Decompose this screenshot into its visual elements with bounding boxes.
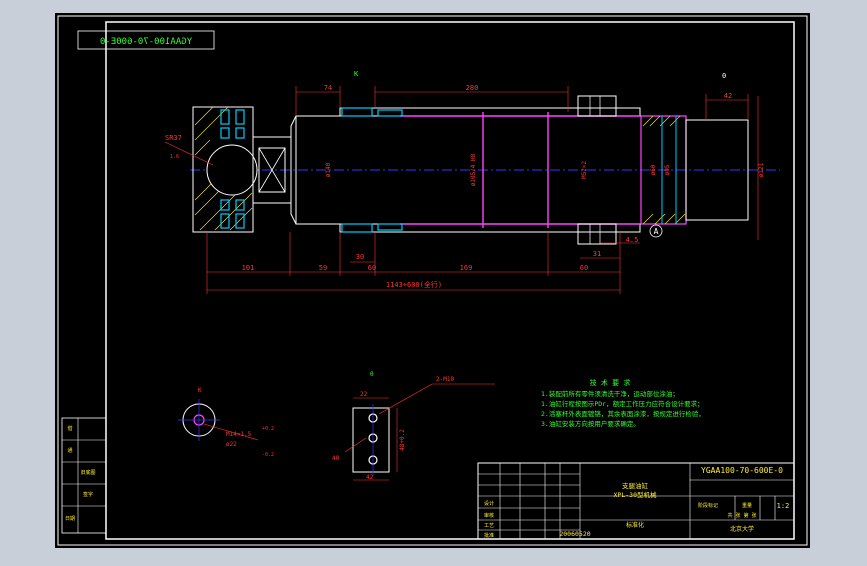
dim-280: 280 (466, 84, 479, 92)
dim-101: 101 (242, 264, 255, 272)
title-code: YGAA100-70-600E-0 (701, 466, 783, 475)
notes-title: 技 术 要 求 (590, 378, 631, 387)
notes-line-4: 3.油缸安装方向按用户要求确定。 (541, 419, 640, 428)
dim-phi60: ø60 (650, 164, 657, 175)
dim-4-5: 4.5 (626, 236, 639, 244)
notes-line-1: 1.装配前所有零件须清洗干净，运动部位涂油； (541, 389, 679, 398)
hole-tol-2: -0.2 (262, 452, 274, 458)
title-design: 设计 (484, 500, 494, 507)
dim-22: 22 (360, 391, 368, 398)
title-company: 北京大学 (730, 525, 754, 533)
dim-phi95: ø95 (664, 164, 671, 175)
dim-phi105: ø105/4 H8 (470, 153, 477, 186)
dim-59: 59 (319, 264, 327, 272)
dim-phi120: ø121 (758, 162, 765, 177)
mirrored-code: YGAA100-70-600E-0 (100, 37, 192, 47)
side-row-2: 通 (67, 447, 72, 454)
dim-169: 169 (460, 264, 473, 272)
title-batch: 批准 (484, 532, 494, 539)
dim-42-bottom: 42 (366, 474, 374, 481)
title-name-1: 支腿油缸 (622, 481, 649, 490)
view-label-o: 0 (370, 371, 374, 378)
title-process: 工艺 (484, 523, 494, 529)
side-row-3: 旧底图 (80, 469, 95, 476)
side-row-4: 签字 (83, 491, 93, 498)
dim-42-right: 42 (724, 92, 732, 100)
dim-74: 74 (324, 84, 332, 92)
notes-line-2: 1.油缸行程按图示PDr，额定工作压力应符合设计要求； (541, 399, 704, 408)
side-row-1: 借 (67, 425, 72, 432)
hole-tol-1: +0.2 (262, 426, 274, 432)
dim-60b: 60 (580, 264, 588, 272)
title-stage: 阶段标记 (698, 502, 718, 509)
side-row-5: 日期 (65, 516, 75, 522)
dim-1-6: 1.6 (170, 154, 179, 160)
dim-31: 31 (593, 250, 601, 258)
title-sheet: 共 张 第 张 (727, 512, 756, 519)
title-check: 审核 (484, 512, 494, 519)
cad-drawing: YGAA100-70-600E-0 A ø140 ø105/4 H8 M52×2… (55, 13, 810, 548)
hole-dim-1: M14×1.5 (226, 431, 252, 438)
view-label-k: K (198, 387, 202, 394)
dim-60a: 60 (368, 264, 376, 272)
hole-dim-2: ø22 (226, 441, 237, 448)
title-scale: 1:2 (777, 502, 790, 510)
hole-spec: 2-M10 (436, 376, 454, 383)
dim-m52: M52×2 (581, 161, 588, 179)
dim-sr: SR37 (165, 134, 182, 142)
dim-30: 30 (356, 253, 364, 261)
dim-48: 48+0.2 (399, 429, 406, 451)
title-name-2: XPL-30型机械 (614, 490, 657, 499)
title-weight: 重量 (742, 502, 752, 509)
cad-viewport: YGAA100-70-600E-0 A ø140 ø105/4 H8 M52×2… (0, 0, 867, 562)
notes-line-3: 2.活塞杆外表面镀铬，其余表面涂漆，按规定进行检验， (541, 409, 705, 418)
title-approve: 标准化 (626, 521, 644, 529)
section-label-0: 0 (722, 72, 726, 80)
dim-40: 40 (332, 455, 340, 462)
dim-phi40: ø140 (325, 162, 332, 177)
title-date: 20060520 (559, 530, 590, 538)
dim-overall: 1143+600(全行) (386, 280, 442, 289)
clevis-ball (206, 144, 258, 196)
detail-marker: A (654, 227, 659, 236)
